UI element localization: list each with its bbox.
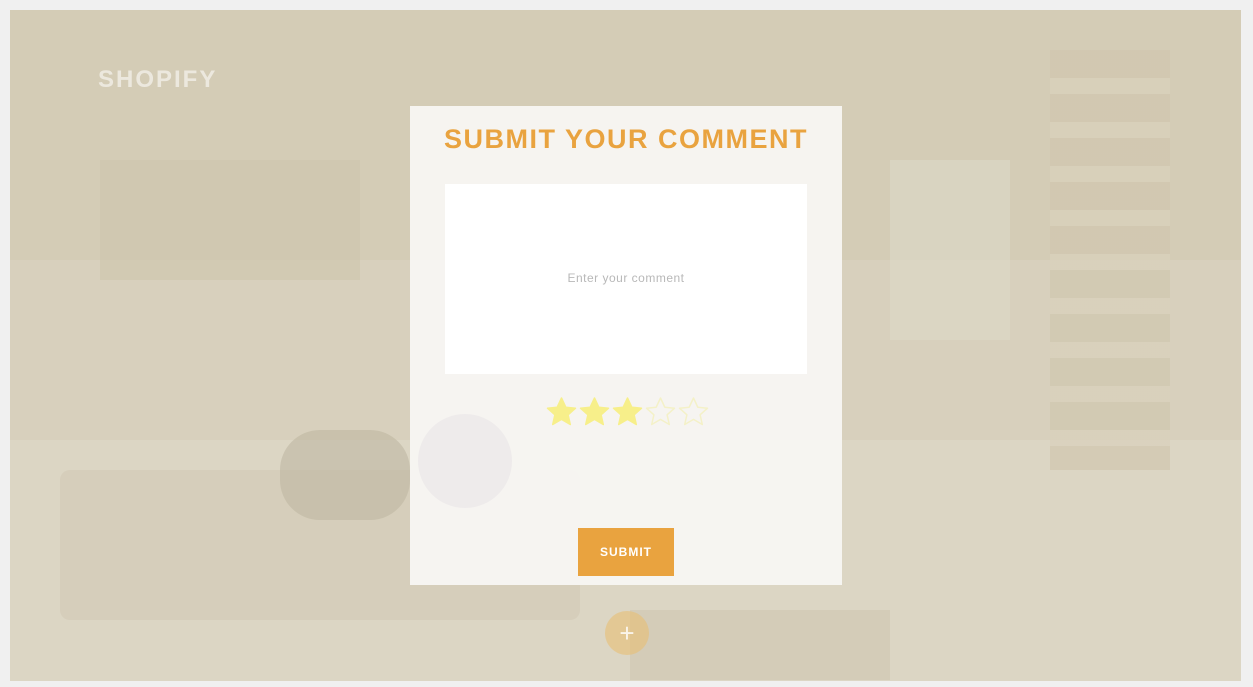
modal-title: SUBMIT YOUR COMMENT <box>444 124 808 154</box>
star-filled-icon[interactable] <box>611 396 644 426</box>
star-filled-icon[interactable] <box>578 396 611 426</box>
star-empty-icon[interactable] <box>644 396 677 426</box>
app-frame: SHOPIFY SUBMIT YOUR COMMENT SUBMIT + <box>10 10 1241 681</box>
star-empty-icon[interactable] <box>677 396 710 426</box>
star-filled-icon[interactable] <box>545 396 578 426</box>
brand-logo[interactable]: SHOPIFY <box>98 66 217 94</box>
star-rating[interactable] <box>545 396 710 426</box>
comment-modal: SUBMIT YOUR COMMENT SUBMIT <box>410 106 842 585</box>
decorative-circle <box>418 414 512 508</box>
plus-icon: + <box>619 618 635 648</box>
comment-input[interactable] <box>445 184 807 374</box>
submit-button[interactable]: SUBMIT <box>578 528 674 576</box>
add-button[interactable]: + <box>605 611 649 655</box>
